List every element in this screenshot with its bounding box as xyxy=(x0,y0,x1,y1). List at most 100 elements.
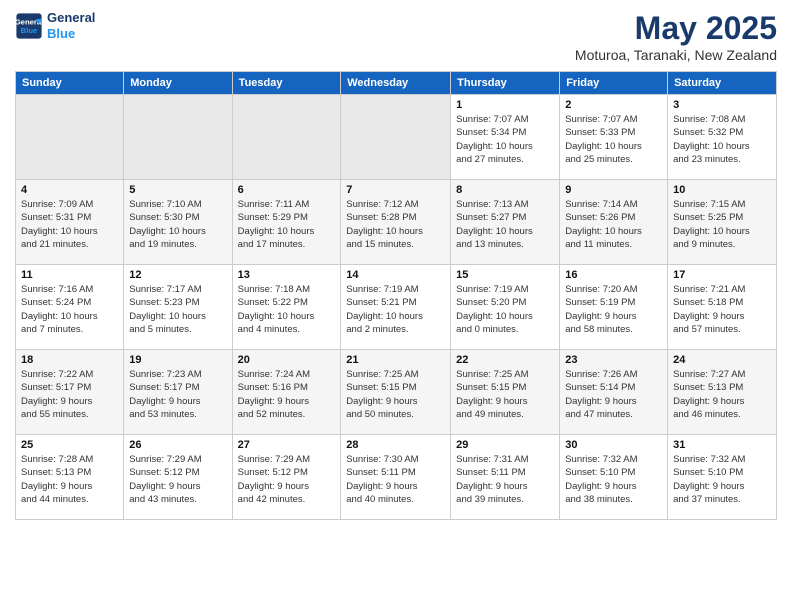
logo-icon: General Blue xyxy=(15,12,43,40)
day-number: 23 xyxy=(565,354,662,366)
day-info: Sunrise: 7:15 AMSunset: 5:25 PMDaylight:… xyxy=(673,198,771,251)
day-info: Sunrise: 7:26 AMSunset: 5:14 PMDaylight:… xyxy=(565,368,662,421)
day-info: Sunrise: 7:19 AMSunset: 5:21 PMDaylight:… xyxy=(346,283,445,336)
calendar-cell: 20 Sunrise: 7:24 AMSunset: 5:16 PMDayligh… xyxy=(232,350,341,435)
calendar-week-row: 11 Sunrise: 7:16 AMSunset: 5:24 PMDayligh… xyxy=(16,265,777,350)
day-info: Sunrise: 7:19 AMSunset: 5:20 PMDaylight:… xyxy=(456,283,554,336)
day-number: 6 xyxy=(238,184,336,196)
calendar-cell: 6 Sunrise: 7:11 AMSunset: 5:29 PMDaylight… xyxy=(232,180,341,265)
calendar-cell: 11 Sunrise: 7:16 AMSunset: 5:24 PMDayligh… xyxy=(16,265,124,350)
day-info: Sunrise: 7:32 AMSunset: 5:10 PMDaylight:… xyxy=(673,453,771,506)
calendar-cell: 5 Sunrise: 7:10 AMSunset: 5:30 PMDaylight… xyxy=(124,180,232,265)
day-number: 2 xyxy=(565,99,662,111)
day-info: Sunrise: 7:25 AMSunset: 5:15 PMDaylight:… xyxy=(456,368,554,421)
calendar-cell: 31 Sunrise: 7:32 AMSunset: 5:10 PMDayligh… xyxy=(668,435,777,520)
day-info: Sunrise: 7:23 AMSunset: 5:17 PMDaylight:… xyxy=(129,368,226,421)
day-info: Sunrise: 7:32 AMSunset: 5:10 PMDaylight:… xyxy=(565,453,662,506)
day-header-sunday: Sunday xyxy=(16,72,124,95)
logo-text: General Blue xyxy=(47,10,95,41)
calendar-cell: 16 Sunrise: 7:20 AMSunset: 5:19 PMDayligh… xyxy=(560,265,668,350)
day-header-thursday: Thursday xyxy=(451,72,560,95)
calendar-week-row: 1Sunrise: 7:07 AMSunset: 5:34 PMDaylight… xyxy=(16,95,777,180)
day-info: Sunrise: 7:11 AMSunset: 5:29 PMDaylight:… xyxy=(238,198,336,251)
calendar-cell xyxy=(124,95,232,180)
day-info: Sunrise: 7:22 AMSunset: 5:17 PMDaylight:… xyxy=(21,368,118,421)
day-number: 26 xyxy=(129,439,226,451)
calendar-cell: 17 Sunrise: 7:21 AMSunset: 5:18 PMDayligh… xyxy=(668,265,777,350)
day-header-monday: Monday xyxy=(124,72,232,95)
calendar-cell: 26 Sunrise: 7:29 AMSunset: 5:12 PMDayligh… xyxy=(124,435,232,520)
day-info: Sunrise: 7:27 AMSunset: 5:13 PMDaylight:… xyxy=(673,368,771,421)
day-number: 14 xyxy=(346,269,445,281)
day-info: Sunrise: 7:07 AMSunset: 5:33 PMDaylight:… xyxy=(565,113,662,166)
day-number: 17 xyxy=(673,269,771,281)
day-info: Sunrise: 7:29 AMSunset: 5:12 PMDaylight:… xyxy=(129,453,226,506)
calendar-cell: 2 Sunrise: 7:07 AMSunset: 5:33 PMDaylight… xyxy=(560,95,668,180)
day-number: 9 xyxy=(565,184,662,196)
calendar-week-row: 4 Sunrise: 7:09 AMSunset: 5:31 PMDaylight… xyxy=(16,180,777,265)
day-header-friday: Friday xyxy=(560,72,668,95)
day-number: 18 xyxy=(21,354,118,366)
day-number: 7 xyxy=(346,184,445,196)
calendar-cell: 28Sunrise: 7:30 AMSunset: 5:11 PMDayligh… xyxy=(341,435,451,520)
day-info: Sunrise: 7:28 AMSunset: 5:13 PMDaylight:… xyxy=(21,453,118,506)
header: General Blue General Blue May 2025 Motur… xyxy=(15,10,777,63)
calendar-cell: 19 Sunrise: 7:23 AMSunset: 5:17 PMDayligh… xyxy=(124,350,232,435)
calendar-header-row: SundayMondayTuesdayWednesdayThursdayFrid… xyxy=(16,72,777,95)
day-header-wednesday: Wednesday xyxy=(341,72,451,95)
day-number: 20 xyxy=(238,354,336,366)
day-number: 16 xyxy=(565,269,662,281)
day-info: Sunrise: 7:20 AMSunset: 5:19 PMDaylight:… xyxy=(565,283,662,336)
title-section: May 2025 Moturoa, Taranaki, New Zealand xyxy=(575,10,777,63)
calendar-cell: 21 Sunrise: 7:25 AMSunset: 5:15 PMDayligh… xyxy=(341,350,451,435)
day-header-tuesday: Tuesday xyxy=(232,72,341,95)
day-info: Sunrise: 7:17 AMSunset: 5:23 PMDaylight:… xyxy=(129,283,226,336)
day-info: Sunrise: 7:31 AMSunset: 5:11 PMDaylight:… xyxy=(456,453,554,506)
day-number: 12 xyxy=(129,269,226,281)
calendar-cell xyxy=(232,95,341,180)
calendar-cell: 18 Sunrise: 7:22 AMSunset: 5:17 PMDayligh… xyxy=(16,350,124,435)
day-number: 27 xyxy=(238,439,336,451)
calendar-cell: 14 Sunrise: 7:19 AMSunset: 5:21 PMDayligh… xyxy=(341,265,451,350)
day-number: 4 xyxy=(21,184,118,196)
month-title: May 2025 xyxy=(575,10,777,47)
calendar-cell: 4 Sunrise: 7:09 AMSunset: 5:31 PMDaylight… xyxy=(16,180,124,265)
day-info: Sunrise: 7:09 AMSunset: 5:31 PMDaylight:… xyxy=(21,198,118,251)
day-number: 11 xyxy=(21,269,118,281)
day-info: Sunrise: 7:13 AMSunset: 5:27 PMDaylight:… xyxy=(456,198,554,251)
day-info: Sunrise: 7:24 AMSunset: 5:16 PMDaylight:… xyxy=(238,368,336,421)
day-info: Sunrise: 7:10 AMSunset: 5:30 PMDaylight:… xyxy=(129,198,226,251)
calendar-cell: 1Sunrise: 7:07 AMSunset: 5:34 PMDaylight… xyxy=(451,95,560,180)
calendar-cell: 22Sunrise: 7:25 AMSunset: 5:15 PMDayligh… xyxy=(451,350,560,435)
calendar-cell: 12 Sunrise: 7:17 AMSunset: 5:23 PMDayligh… xyxy=(124,265,232,350)
day-number: 15 xyxy=(456,269,554,281)
calendar-week-row: 25Sunrise: 7:28 AMSunset: 5:13 PMDayligh… xyxy=(16,435,777,520)
calendar-cell: 15 Sunrise: 7:19 AMSunset: 5:20 PMDayligh… xyxy=(451,265,560,350)
day-number: 19 xyxy=(129,354,226,366)
day-info: Sunrise: 7:25 AMSunset: 5:15 PMDaylight:… xyxy=(346,368,445,421)
logo: General Blue General Blue xyxy=(15,10,95,41)
day-info: Sunrise: 7:08 AMSunset: 5:32 PMDaylight:… xyxy=(673,113,771,166)
day-info: Sunrise: 7:18 AMSunset: 5:22 PMDaylight:… xyxy=(238,283,336,336)
day-number: 13 xyxy=(238,269,336,281)
day-header-saturday: Saturday xyxy=(668,72,777,95)
day-number: 1 xyxy=(456,99,554,111)
calendar-cell: 23 Sunrise: 7:26 AMSunset: 5:14 PMDayligh… xyxy=(560,350,668,435)
calendar-cell: 9 Sunrise: 7:14 AMSunset: 5:26 PMDaylight… xyxy=(560,180,668,265)
day-info: Sunrise: 7:12 AMSunset: 5:28 PMDaylight:… xyxy=(346,198,445,251)
calendar-cell: 25Sunrise: 7:28 AMSunset: 5:13 PMDayligh… xyxy=(16,435,124,520)
calendar-cell: 10 Sunrise: 7:15 AMSunset: 5:25 PMDayligh… xyxy=(668,180,777,265)
day-number: 10 xyxy=(673,184,771,196)
calendar-cell xyxy=(341,95,451,180)
day-number: 28 xyxy=(346,439,445,451)
calendar-cell: 3Sunrise: 7:08 AMSunset: 5:32 PMDaylight… xyxy=(668,95,777,180)
calendar-table: SundayMondayTuesdayWednesdayThursdayFrid… xyxy=(15,71,777,520)
day-number: 31 xyxy=(673,439,771,451)
day-info: Sunrise: 7:16 AMSunset: 5:24 PMDaylight:… xyxy=(21,283,118,336)
day-number: 21 xyxy=(346,354,445,366)
day-info: Sunrise: 7:21 AMSunset: 5:18 PMDaylight:… xyxy=(673,283,771,336)
day-info: Sunrise: 7:14 AMSunset: 5:26 PMDaylight:… xyxy=(565,198,662,251)
calendar-cell: 13 Sunrise: 7:18 AMSunset: 5:22 PMDayligh… xyxy=(232,265,341,350)
calendar-week-row: 18 Sunrise: 7:22 AMSunset: 5:17 PMDayligh… xyxy=(16,350,777,435)
day-number: 5 xyxy=(129,184,226,196)
